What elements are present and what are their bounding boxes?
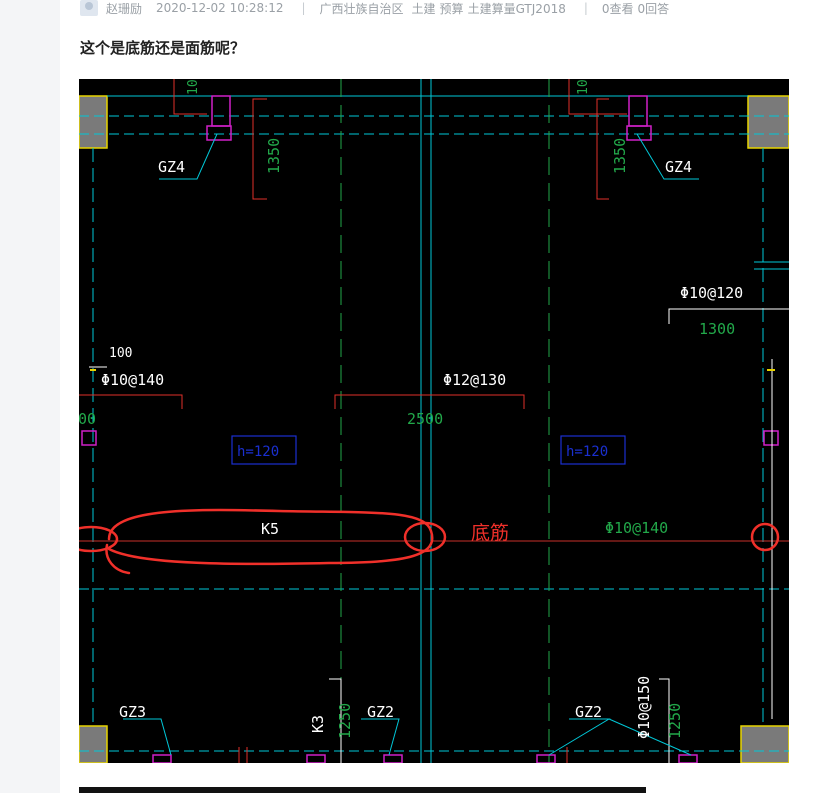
label-gz2-mid: GZ2: [367, 703, 394, 721]
rebar-label-mid: Φ12@130: [443, 371, 506, 389]
post-meta: 赵珊励 2020-12-02 10:28:12 | 广西壮族自治区 土建 预算 …: [80, 0, 673, 16]
label-gz3: GZ3: [119, 703, 146, 721]
post-timestamp: 2020-12-02 10:28:12: [156, 1, 284, 15]
slab-thickness-left: h=120: [237, 444, 279, 460]
label-gz4-right: GZ4: [665, 158, 692, 176]
column-bottom-left: [79, 725, 108, 763]
label-100: 100: [109, 346, 132, 361]
tag-item[interactable]: 土建算量GTJ2018: [468, 0, 566, 17]
cad-drawing-svg: GZ4 GZ4 GZ3 GZ2 GZ2 K5 Φ10@140 Φ12@130 Φ…: [79, 79, 789, 763]
label-gz4-left: GZ4: [158, 158, 185, 176]
annotation-bottom-rebar: 底筋: [471, 522, 509, 544]
tag-item[interactable]: 预算: [440, 0, 464, 17]
label-gz2-right: GZ2: [575, 703, 602, 721]
author-name[interactable]: 赵珊励: [106, 0, 142, 17]
dim-10-left: 10: [186, 79, 201, 95]
column-bottom-right: [740, 725, 789, 763]
dim-500: 500: [79, 410, 96, 428]
dim-10-right: 10: [576, 79, 591, 95]
rebar-label-left: Φ10@140: [101, 371, 164, 389]
axis-tick-markers: [90, 369, 775, 371]
dim-1250-left: 1250: [336, 703, 354, 739]
meta-separator: |: [301, 1, 306, 15]
column-top-right: [747, 95, 789, 149]
dim-1300: 1300: [699, 320, 735, 338]
meta-separator: |: [583, 1, 588, 15]
rebar-lines: [89, 308, 789, 763]
label-k5: K5: [261, 520, 279, 538]
slab-thickness-right: h=120: [566, 444, 608, 460]
leader-lines: [123, 133, 789, 756]
column-top-left: [79, 95, 108, 149]
question-title: 这个是底筋还是面筋呢？: [80, 39, 246, 57]
page-left-margin: [0, 0, 60, 793]
constructional-column-markers: [81, 95, 779, 763]
dim-1350-right: 1350: [611, 138, 629, 174]
tag-item[interactable]: 土建: [412, 0, 436, 17]
rebar-label-right-top: Φ10@120: [680, 284, 743, 302]
view-count: 0查看: [601, 1, 634, 16]
dim-2500: 2500: [407, 410, 443, 428]
post-region: 广西壮族自治区: [319, 1, 404, 16]
user-avatar-icon[interactable]: [80, 0, 98, 16]
hand-drawn-annotation: [79, 508, 780, 575]
answer-count: 0回答: [637, 1, 670, 16]
label-k3: K3: [309, 715, 327, 733]
rebar-label-bottom-right: Φ10@140: [605, 519, 668, 537]
rebar-label-vertical: Φ10@150: [635, 676, 653, 739]
next-image-edge: [79, 787, 646, 793]
dim-1350-left: 1350: [265, 138, 283, 174]
dim-1250-right: 1250: [666, 703, 684, 739]
cad-drawing-image[interactable]: GZ4 GZ4 GZ3 GZ2 GZ2 K5 Φ10@140 Φ12@130 Φ…: [79, 79, 789, 763]
